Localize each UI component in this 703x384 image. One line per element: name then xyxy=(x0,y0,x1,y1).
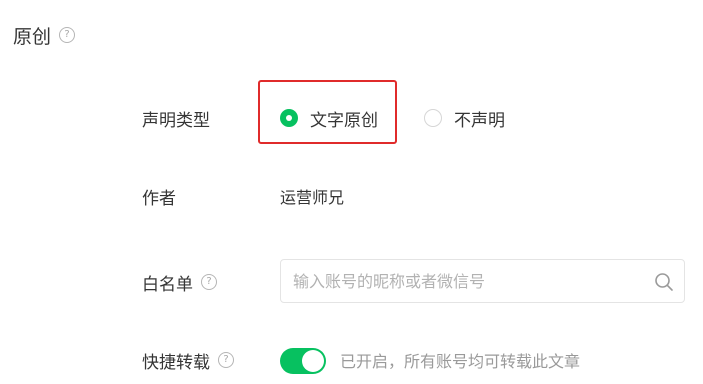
quick-repost-toggle[interactable] xyxy=(280,348,326,374)
help-icon[interactable]: ? xyxy=(218,352,234,368)
author-value: 运营师兄 xyxy=(280,188,345,207)
section-title: 原创 ? xyxy=(13,20,76,50)
author-label: 作者 xyxy=(142,188,176,209)
radio-label-no-declaration: 不声明 xyxy=(454,110,505,131)
quick-repost-label-text: 快捷转载 xyxy=(142,352,210,373)
highlight-box xyxy=(258,80,397,144)
quick-repost-status: 已开启，所有账号均可转载此文章 xyxy=(340,352,581,371)
help-icon[interactable]: ? xyxy=(59,27,76,43)
whitelist-label: 白名单 ? xyxy=(142,262,217,302)
search-icon[interactable] xyxy=(654,272,674,292)
radio-unchecked-icon[interactable] xyxy=(424,109,442,127)
whitelist-search-box[interactable] xyxy=(280,259,685,303)
whitelist-label-text: 白名单 xyxy=(142,274,193,295)
whitelist-search-input[interactable] xyxy=(293,260,633,302)
author-row: 作者 运营师兄 xyxy=(0,176,703,216)
quick-repost-row: 快捷转载 ? 已开启，所有账号均可转载此文章 xyxy=(0,340,703,380)
section-title-text: 原创 xyxy=(13,25,52,48)
toggle-knob xyxy=(302,350,324,372)
declaration-type-label: 声明类型 xyxy=(142,110,210,131)
help-icon[interactable]: ? xyxy=(201,274,217,290)
radio-option-no-declaration[interactable]: 不声明 xyxy=(424,98,505,138)
quick-repost-label: 快捷转载 ? xyxy=(142,340,234,380)
